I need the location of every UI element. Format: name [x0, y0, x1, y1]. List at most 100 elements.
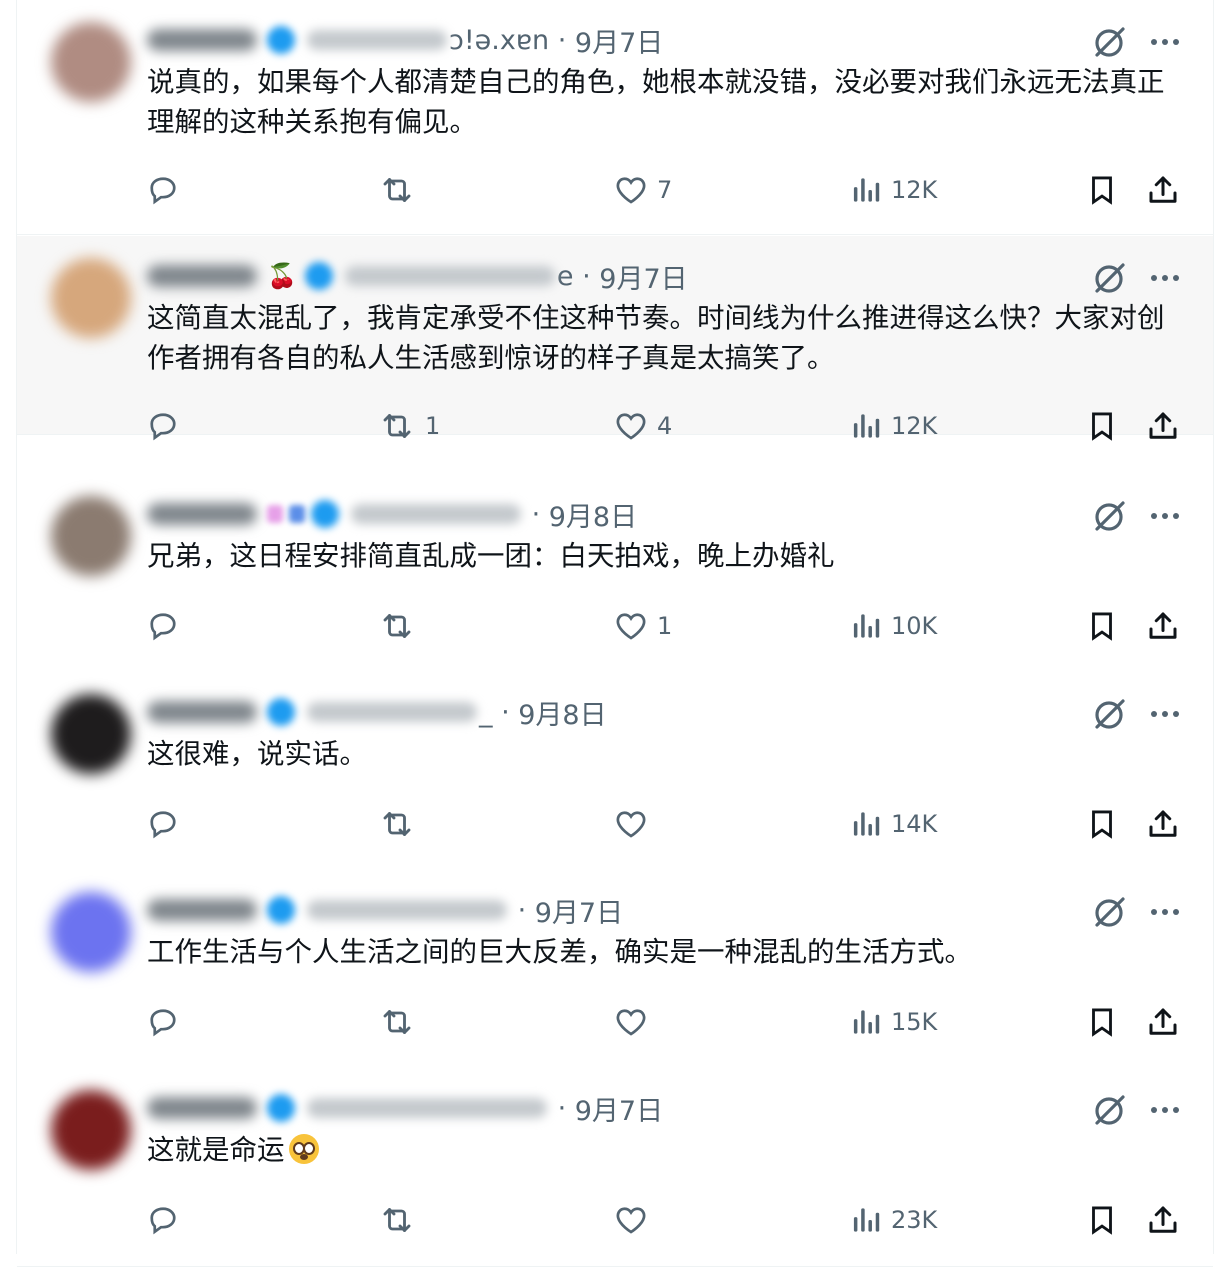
- tweet-date[interactable]: 9月8日: [549, 495, 637, 534]
- views-icon: [851, 408, 883, 444]
- author-name-blurred[interactable]: [147, 29, 257, 51]
- retweet-button[interactable]: [377, 1198, 425, 1242]
- tweet-reply[interactable]: _ · 9月8日 这很难，说实话。 14K: [17, 672, 1213, 871]
- author-name-blurred[interactable]: [147, 701, 257, 723]
- view-count: 12K: [891, 176, 938, 204]
- share-button[interactable]: [1145, 168, 1181, 212]
- author-handle-blurred[interactable]: [307, 702, 477, 722]
- like-button[interactable]: 1: [613, 604, 672, 648]
- bookmark-icon: [1085, 806, 1119, 842]
- grok-icon[interactable]: [1089, 22, 1129, 62]
- author-handle-blurred[interactable]: [307, 1098, 547, 1118]
- author-handle-blurred[interactable]: [344, 266, 555, 286]
- reply-button[interactable]: [145, 168, 189, 212]
- view-count: 14K: [891, 810, 938, 838]
- retweet-button[interactable]: [377, 604, 425, 648]
- views-button[interactable]: 12K: [851, 404, 937, 448]
- avatar[interactable]: [51, 496, 131, 576]
- meta-separator: ·: [573, 260, 600, 292]
- tweet-date[interactable]: 9月8日: [518, 693, 606, 732]
- views-button[interactable]: 15K: [851, 1000, 937, 1044]
- grok-icon[interactable]: [1089, 1090, 1129, 1130]
- bookmark-button[interactable]: [1085, 1000, 1119, 1044]
- grok-icon[interactable]: [1089, 496, 1129, 536]
- more-options-icon[interactable]: [1145, 694, 1185, 734]
- author-name-blurred[interactable]: [147, 265, 257, 287]
- author-handle-blurred[interactable]: [307, 30, 447, 50]
- retweet-button[interactable]: [377, 1000, 425, 1044]
- like-icon: [613, 408, 649, 444]
- meta-separator: ·: [509, 894, 535, 926]
- more-options-icon[interactable]: [1145, 258, 1185, 298]
- tweet-date[interactable]: 9月7日: [599, 257, 687, 296]
- share-button[interactable]: [1145, 1198, 1181, 1242]
- share-button[interactable]: [1145, 404, 1181, 448]
- author-name-blurred[interactable]: [147, 899, 257, 921]
- share-button[interactable]: [1145, 802, 1181, 846]
- retweet-icon: [377, 1004, 417, 1040]
- tweet-header: 🍒 e · 9月7日: [147, 256, 688, 296]
- action-bar: 7 12K: [17, 168, 1213, 212]
- grok-icon[interactable]: [1089, 694, 1129, 734]
- reply-button[interactable]: [145, 1198, 189, 1242]
- like-button[interactable]: 7: [613, 168, 672, 212]
- view-count: 23K: [891, 1206, 938, 1234]
- reply-button[interactable]: [145, 1000, 189, 1044]
- avatar[interactable]: [51, 892, 131, 972]
- reply-button[interactable]: [145, 404, 189, 448]
- more-options-icon[interactable]: [1145, 22, 1185, 62]
- handle-tail: e: [556, 260, 574, 292]
- avatar[interactable]: [51, 694, 131, 774]
- bookmark-button[interactable]: [1085, 604, 1119, 648]
- tweet-reply[interactable]: · 9月7日 工作生活与个人生活之间的巨大反差，确实是一种混乱的生活方式。 15…: [17, 870, 1213, 1069]
- tweet-date[interactable]: 9月7日: [575, 21, 663, 60]
- views-icon: [851, 1202, 883, 1238]
- more-options-icon[interactable]: [1145, 892, 1185, 932]
- author-handle-blurred[interactable]: [351, 504, 521, 524]
- more-options-icon[interactable]: [1145, 496, 1185, 536]
- tweet-text: 兄弟，这日程安排简直乱成一团：白天拍戏，晚上办婚礼: [147, 536, 1187, 576]
- tweet-date[interactable]: 9月7日: [575, 1089, 663, 1128]
- like-button[interactable]: [613, 802, 657, 846]
- grok-icon[interactable]: [1089, 258, 1129, 298]
- like-button[interactable]: [613, 1198, 657, 1242]
- share-button[interactable]: [1145, 604, 1181, 648]
- avatar[interactable]: [51, 1090, 131, 1170]
- reply-button[interactable]: [145, 604, 189, 648]
- tweet-reply[interactable]: · 9月7日 这就是命运 23K: [17, 1068, 1213, 1267]
- reply-icon: [145, 1202, 181, 1238]
- share-button[interactable]: [1145, 1000, 1181, 1044]
- author-name-blurred[interactable]: [147, 503, 257, 525]
- bookmark-button[interactable]: [1085, 1198, 1119, 1242]
- bookmark-button[interactable]: [1085, 404, 1119, 448]
- bookmark-button[interactable]: [1085, 168, 1119, 212]
- retweet-icon: [377, 806, 417, 842]
- more-options-icon[interactable]: [1145, 1090, 1185, 1130]
- views-button[interactable]: 14K: [851, 802, 937, 846]
- retweet-icon: [377, 608, 417, 644]
- retweet-button[interactable]: [377, 168, 425, 212]
- action-bar: 14K: [17, 802, 1213, 846]
- views-button[interactable]: 23K: [851, 1198, 937, 1242]
- reply-button[interactable]: [145, 802, 189, 846]
- tweet-header: _ · 9月8日: [147, 692, 607, 732]
- tweet-reply[interactable]: ɔ!ə.xɐn · 9月7日 说真的，如果每个人都清楚自己的角色，她根本就没错，…: [17, 0, 1213, 235]
- meta-separator: ·: [523, 498, 549, 530]
- tweet-reply[interactable]: 🍒 e · 9月7日 这简直太混乱了，我肯定承受不住这种节奏。时间线为什么推进得这…: [17, 236, 1213, 441]
- grok-icon[interactable]: [1089, 892, 1129, 932]
- views-button[interactable]: 12K: [851, 168, 937, 212]
- like-button[interactable]: 4: [613, 404, 672, 448]
- avatar[interactable]: [51, 22, 131, 102]
- retweet-button[interactable]: [377, 802, 425, 846]
- author-handle-blurred[interactable]: [307, 900, 507, 920]
- views-button[interactable]: 10K: [851, 604, 937, 648]
- tweet-text-content: 工作生活与个人生活之间的巨大反差，确实是一种混乱的生活方式。: [147, 936, 972, 968]
- author-name-blurred[interactable]: [147, 1097, 257, 1119]
- like-button[interactable]: [613, 1000, 657, 1044]
- bookmark-button[interactable]: [1085, 802, 1119, 846]
- tweet-date[interactable]: 9月7日: [535, 891, 623, 930]
- like-icon: [613, 172, 649, 208]
- tweet-reply[interactable]: · 9月8日 兄弟，这日程安排简直乱成一团：白天拍戏，晚上办婚礼 1 10K: [17, 474, 1213, 673]
- avatar[interactable]: [51, 258, 131, 338]
- retweet-button[interactable]: 1: [377, 404, 440, 448]
